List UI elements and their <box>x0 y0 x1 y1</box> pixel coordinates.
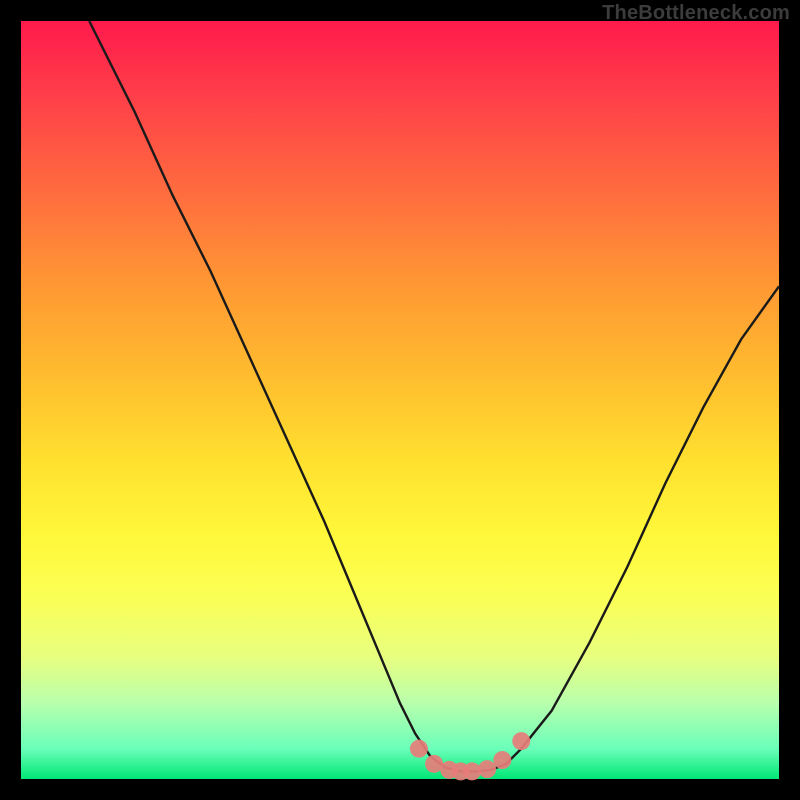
watermark-text: TheBottleneck.com <box>602 2 790 25</box>
chart-stage: TheBottleneck.com <box>0 0 800 800</box>
chart-overlay-svg <box>21 21 779 779</box>
marker-flat-left-end <box>410 740 428 758</box>
bottleneck-curve-path <box>89 21 779 771</box>
marker-flat-p5 <box>463 762 481 780</box>
marker-flat-right-end <box>512 732 530 750</box>
marker-flat-p6 <box>478 760 496 778</box>
marker-flat-p7 <box>493 751 511 769</box>
